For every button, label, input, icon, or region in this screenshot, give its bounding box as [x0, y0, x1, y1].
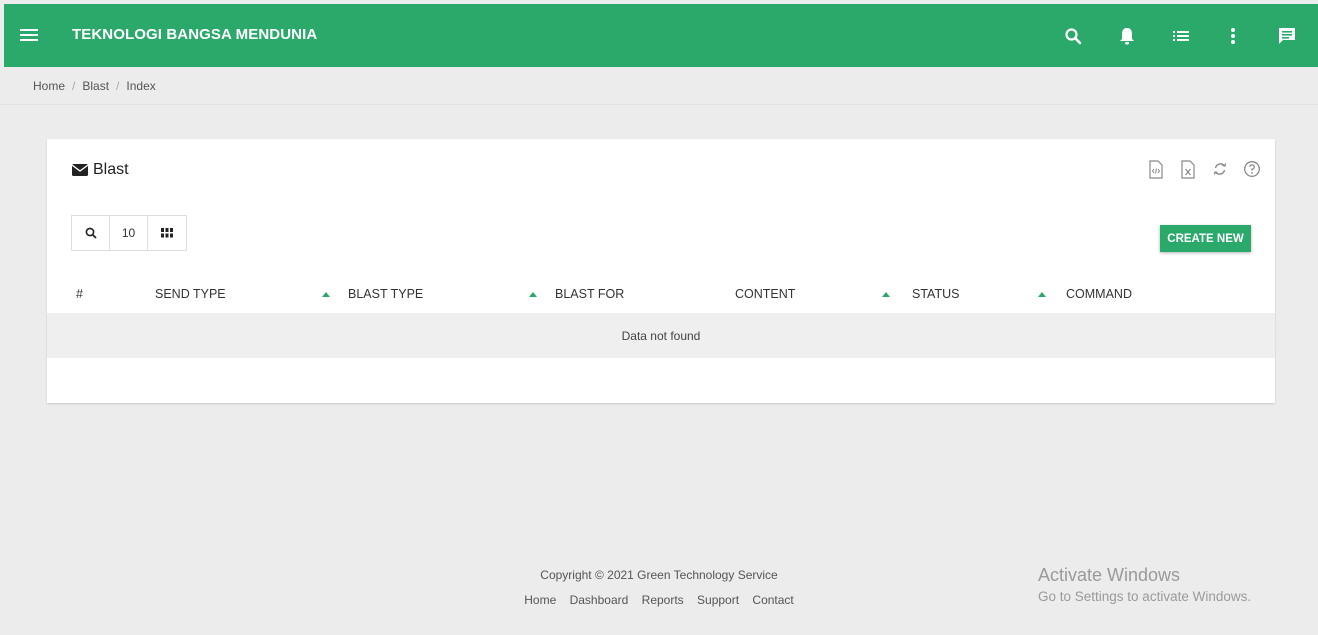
columns-toggle-button[interactable] — [148, 216, 186, 250]
chat-icon[interactable] — [1275, 24, 1299, 48]
column-label: # — [76, 287, 83, 301]
column-label: BLAST TYPE — [348, 287, 424, 301]
column-content[interactable]: CONTENT — [735, 287, 795, 301]
column-command[interactable]: COMMAND — [1038, 287, 1132, 301]
column-label: CONTENT — [735, 287, 796, 301]
excel-file-icon[interactable] — [1179, 159, 1197, 179]
refresh-icon[interactable] — [1211, 159, 1229, 179]
column-send-type[interactable]: SEND TYPE — [155, 287, 226, 301]
bell-icon[interactable] — [1115, 24, 1139, 48]
column-label: STATUS — [912, 287, 960, 301]
footer-link-reports[interactable]: Reports — [642, 593, 684, 607]
column-label: BLAST FOR — [555, 287, 625, 301]
menu-icon[interactable] — [20, 29, 38, 43]
column-blast-type[interactable]: BLAST TYPE — [322, 287, 423, 301]
column-label: COMMAND — [1066, 287, 1132, 301]
table-toolbar: 10 — [71, 215, 187, 251]
search-icon — [85, 227, 97, 239]
help-icon[interactable] — [1243, 159, 1261, 179]
column-status[interactable]: STATUS — [882, 287, 959, 301]
activation-watermark: Activate Windows Go to Settings to activ… — [1038, 565, 1251, 604]
breadcrumb-home[interactable]: Home — [33, 79, 65, 93]
card-title-text: Blast — [93, 161, 129, 178]
breadcrumb-index: Index — [126, 79, 156, 93]
list-icon[interactable] — [1169, 24, 1193, 48]
watermark-title: Activate Windows — [1038, 565, 1181, 585]
column-label: SEND TYPE — [155, 287, 226, 301]
watermark-subtitle: Go to Settings to activate Windows. — [1038, 589, 1252, 604]
page-size-button[interactable]: 10 — [110, 216, 148, 250]
sort-caret-icon — [882, 291, 890, 297]
more-vert-icon[interactable] — [1221, 24, 1245, 48]
sort-caret-icon — [322, 291, 330, 297]
sort-caret-icon — [1038, 291, 1046, 297]
search-toggle-button[interactable] — [72, 216, 110, 250]
envelope-icon — [71, 164, 89, 176]
code-file-icon[interactable] — [1147, 159, 1165, 179]
column-blast-for[interactable]: BLAST FOR — [529, 287, 624, 301]
footer-link-support[interactable]: Support — [697, 593, 739, 607]
footer-link-home[interactable]: Home — [524, 593, 556, 607]
empty-table-message: Data not found — [47, 313, 1275, 358]
table-header: # SEND TYPE BLAST TYPE BLAST FOR CONTENT… — [47, 283, 1275, 313]
app-title: TEKNOLOGI BANGSA MENDUNIA — [72, 26, 318, 43]
column-number: # — [76, 287, 83, 301]
grid-icon — [161, 228, 173, 238]
search-icon[interactable] — [1061, 24, 1085, 48]
breadcrumb: Home / Blast / Index — [0, 67, 1318, 105]
breadcrumb-blast[interactable]: Blast — [82, 79, 109, 93]
card-tools — [1147, 159, 1261, 179]
card-title: Blast — [71, 161, 129, 179]
footer-link-contact[interactable]: Contact — [752, 593, 793, 607]
footer-link-dashboard[interactable]: Dashboard — [570, 593, 629, 607]
sort-caret-icon — [529, 291, 537, 297]
top-app-bar: TEKNOLOGI BANGSA MENDUNIA — [4, 4, 1318, 67]
create-new-button[interactable]: CREATE NEW — [1160, 225, 1251, 252]
blast-card: Blast 10 CREATE NEW # SEND TYPE BLAST TY… — [47, 139, 1275, 403]
